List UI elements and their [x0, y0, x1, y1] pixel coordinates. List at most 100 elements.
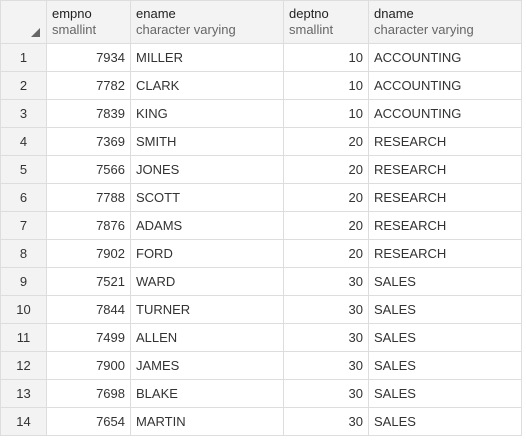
- cell-deptno[interactable]: 30: [283, 295, 369, 324]
- row-number-cell[interactable]: 3: [0, 99, 47, 128]
- table-row[interactable]: 7 7876 ADAMS 20 RESEARCH: [0, 211, 522, 240]
- row-number-cell[interactable]: 5: [0, 155, 47, 184]
- row-number-cell[interactable]: 8: [0, 239, 47, 268]
- cell-empno[interactable]: 7782: [46, 71, 131, 100]
- row-number-cell[interactable]: 14: [0, 407, 47, 436]
- cell-empno[interactable]: 7698: [46, 379, 131, 408]
- cell-ename[interactable]: ALLEN: [130, 323, 284, 352]
- cell-dname[interactable]: RESEARCH: [368, 239, 522, 268]
- row-number-cell[interactable]: 4: [0, 127, 47, 156]
- cell-empno[interactable]: 7902: [46, 239, 131, 268]
- column-type: character varying: [374, 22, 474, 37]
- row-number-cell[interactable]: 10: [0, 295, 47, 324]
- cell-dname[interactable]: RESEARCH: [368, 211, 522, 240]
- cell-empno[interactable]: 7839: [46, 99, 131, 128]
- table-row[interactable]: 13 7698 BLAKE 30 SALES: [0, 379, 522, 408]
- cell-dname[interactable]: ACCOUNTING: [368, 43, 522, 72]
- cell-deptno[interactable]: 20: [283, 155, 369, 184]
- cell-empno[interactable]: 7876: [46, 211, 131, 240]
- table-row[interactable]: 11 7499 ALLEN 30 SALES: [0, 323, 522, 352]
- cell-ename[interactable]: WARD: [130, 267, 284, 296]
- cell-empno[interactable]: 7566: [46, 155, 131, 184]
- cell-deptno[interactable]: 20: [283, 211, 369, 240]
- row-number-cell[interactable]: 2: [0, 71, 47, 100]
- table-row[interactable]: 10 7844 TURNER 30 SALES: [0, 295, 522, 324]
- column-name: empno: [52, 6, 92, 21]
- select-all-corner-icon: [31, 28, 40, 37]
- cell-ename[interactable]: JAMES: [130, 351, 284, 380]
- cell-deptno[interactable]: 10: [283, 43, 369, 72]
- cell-ename[interactable]: TURNER: [130, 295, 284, 324]
- cell-dname[interactable]: RESEARCH: [368, 127, 522, 156]
- cell-dname[interactable]: ACCOUNTING: [368, 71, 522, 100]
- cell-dname[interactable]: SALES: [368, 295, 522, 324]
- cell-dname[interactable]: ACCOUNTING: [368, 99, 522, 128]
- cell-deptno[interactable]: 30: [283, 379, 369, 408]
- row-number-cell[interactable]: 11: [0, 323, 47, 352]
- cell-deptno[interactable]: 20: [283, 239, 369, 268]
- column-type: character varying: [136, 22, 236, 37]
- table-row[interactable]: 1 7934 MILLER 10 ACCOUNTING: [0, 43, 522, 72]
- table-row[interactable]: 9 7521 WARD 30 SALES: [0, 267, 522, 296]
- column-name: ename: [136, 6, 176, 21]
- cell-dname[interactable]: SALES: [368, 379, 522, 408]
- cell-dname[interactable]: RESEARCH: [368, 155, 522, 184]
- cell-ename[interactable]: JONES: [130, 155, 284, 184]
- row-number-cell[interactable]: 9: [0, 267, 47, 296]
- cell-ename[interactable]: BLAKE: [130, 379, 284, 408]
- table-row[interactable]: 14 7654 MARTIN 30 SALES: [0, 407, 522, 436]
- cell-empno[interactable]: 7521: [46, 267, 131, 296]
- table-row[interactable]: 3 7839 KING 10 ACCOUNTING: [0, 99, 522, 128]
- cell-dname[interactable]: SALES: [368, 267, 522, 296]
- column-header-dname[interactable]: dname character varying: [368, 0, 522, 44]
- cell-empno[interactable]: 7934: [46, 43, 131, 72]
- cell-deptno[interactable]: 20: [283, 127, 369, 156]
- cell-empno[interactable]: 7788: [46, 183, 131, 212]
- cell-ename[interactable]: SMITH: [130, 127, 284, 156]
- header-row: empno smallint ename character varying d…: [0, 0, 522, 44]
- cell-ename[interactable]: CLARK: [130, 71, 284, 100]
- cell-dname[interactable]: SALES: [368, 407, 522, 436]
- table-row[interactable]: 4 7369 SMITH 20 RESEARCH: [0, 127, 522, 156]
- column-name: deptno: [289, 6, 329, 21]
- column-header-deptno[interactable]: deptno smallint: [283, 0, 369, 44]
- cell-deptno[interactable]: 30: [283, 351, 369, 380]
- cell-ename[interactable]: ADAMS: [130, 211, 284, 240]
- cell-dname[interactable]: RESEARCH: [368, 183, 522, 212]
- cell-dname[interactable]: SALES: [368, 323, 522, 352]
- cell-deptno[interactable]: 30: [283, 267, 369, 296]
- cell-ename[interactable]: SCOTT: [130, 183, 284, 212]
- table-row[interactable]: 8 7902 FORD 20 RESEARCH: [0, 239, 522, 268]
- cell-empno[interactable]: 7654: [46, 407, 131, 436]
- table-row[interactable]: 12 7900 JAMES 30 SALES: [0, 351, 522, 380]
- row-number-cell[interactable]: 13: [0, 379, 47, 408]
- column-type: smallint: [52, 22, 97, 37]
- select-all-corner[interactable]: [0, 0, 47, 44]
- cell-empno[interactable]: 7369: [46, 127, 131, 156]
- cell-ename[interactable]: KING: [130, 99, 284, 128]
- grid-body: 1 7934 MILLER 10 ACCOUNTING 2 7782 CLARK 10 ACCOU…: [0, 43, 522, 436]
- row-number-cell[interactable]: 6: [0, 183, 47, 212]
- cell-deptno[interactable]: 30: [283, 323, 369, 352]
- table-row[interactable]: 6 7788 SCOTT 20 RESEARCH: [0, 183, 522, 212]
- row-number-cell[interactable]: 12: [0, 351, 47, 380]
- table-row[interactable]: 5 7566 JONES 20 RESEARCH: [0, 155, 522, 184]
- row-number-cell[interactable]: 7: [0, 211, 47, 240]
- cell-empno[interactable]: 7499: [46, 323, 131, 352]
- column-header-ename[interactable]: ename character varying: [130, 0, 284, 44]
- cell-ename[interactable]: MILLER: [130, 43, 284, 72]
- cell-dname[interactable]: SALES: [368, 351, 522, 380]
- cell-ename[interactable]: FORD: [130, 239, 284, 268]
- column-type: smallint: [289, 22, 334, 37]
- cell-ename[interactable]: MARTIN: [130, 407, 284, 436]
- query-results-grid: empno smallint ename character varying d…: [0, 0, 522, 436]
- cell-deptno[interactable]: 20: [283, 183, 369, 212]
- cell-empno[interactable]: 7844: [46, 295, 131, 324]
- table-row[interactable]: 2 7782 CLARK 10 ACCOUNTING: [0, 71, 522, 100]
- cell-deptno[interactable]: 30: [283, 407, 369, 436]
- cell-empno[interactable]: 7900: [46, 351, 131, 380]
- cell-deptno[interactable]: 10: [283, 71, 369, 100]
- column-header-empno[interactable]: empno smallint: [46, 0, 131, 44]
- cell-deptno[interactable]: 10: [283, 99, 369, 128]
- row-number-cell[interactable]: 1: [0, 43, 47, 72]
